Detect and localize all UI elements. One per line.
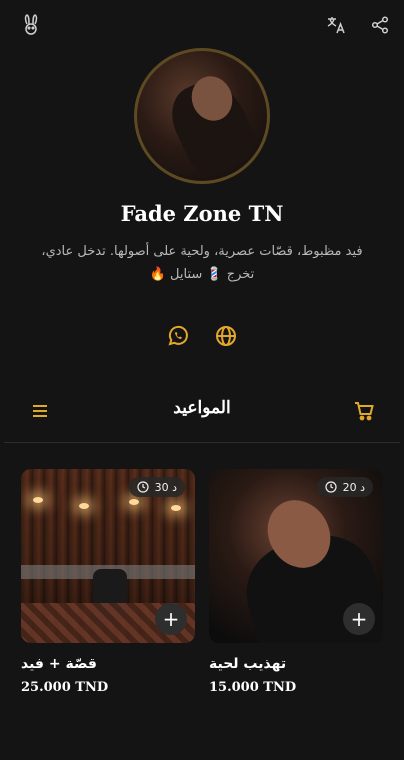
service-card[interactable]: 30 د + قصّة + فيد 25.000 TND xyxy=(21,469,195,695)
add-to-cart-button[interactable]: + xyxy=(155,603,187,635)
service-image: 20 د + xyxy=(209,469,383,643)
top-bar xyxy=(0,0,404,50)
whatsapp-icon[interactable] xyxy=(166,324,190,348)
profile-avatar xyxy=(134,48,270,184)
translate-icon[interactable] xyxy=(325,14,347,36)
add-to-cart-button[interactable]: + xyxy=(343,603,375,635)
clock-icon xyxy=(324,481,337,493)
duration-badge: 30 د xyxy=(128,477,185,497)
duration-text: 30 د xyxy=(154,480,177,494)
bunny-logo-icon[interactable] xyxy=(20,14,42,36)
cart-icon[interactable] xyxy=(353,400,375,422)
service-card[interactable]: 20 د + تهذيب لحية 15.000 TND xyxy=(209,469,383,695)
service-price: 25.000 TND xyxy=(21,680,109,695)
contact-links xyxy=(0,324,404,350)
duration-text: 20 د xyxy=(342,480,365,494)
service-title: تهذيب لحية xyxy=(209,656,287,672)
share-icon[interactable] xyxy=(369,14,391,36)
section-title: المواعيد xyxy=(173,398,231,418)
service-title: قصّة + فيد xyxy=(21,656,97,672)
shop-name: Fade Zone TN xyxy=(120,201,284,226)
service-image: 30 د + xyxy=(21,469,195,643)
service-price: 15.000 TND xyxy=(209,680,297,695)
shop-description: فيد مظبوط، قصّات عصرية، ولحية على أصولها… xyxy=(41,244,363,282)
globe-icon[interactable] xyxy=(214,324,238,348)
appointments-header: المواعيد xyxy=(0,393,404,429)
divider xyxy=(4,442,400,443)
duration-badge: 20 د xyxy=(316,477,373,497)
clock-icon xyxy=(136,481,149,493)
